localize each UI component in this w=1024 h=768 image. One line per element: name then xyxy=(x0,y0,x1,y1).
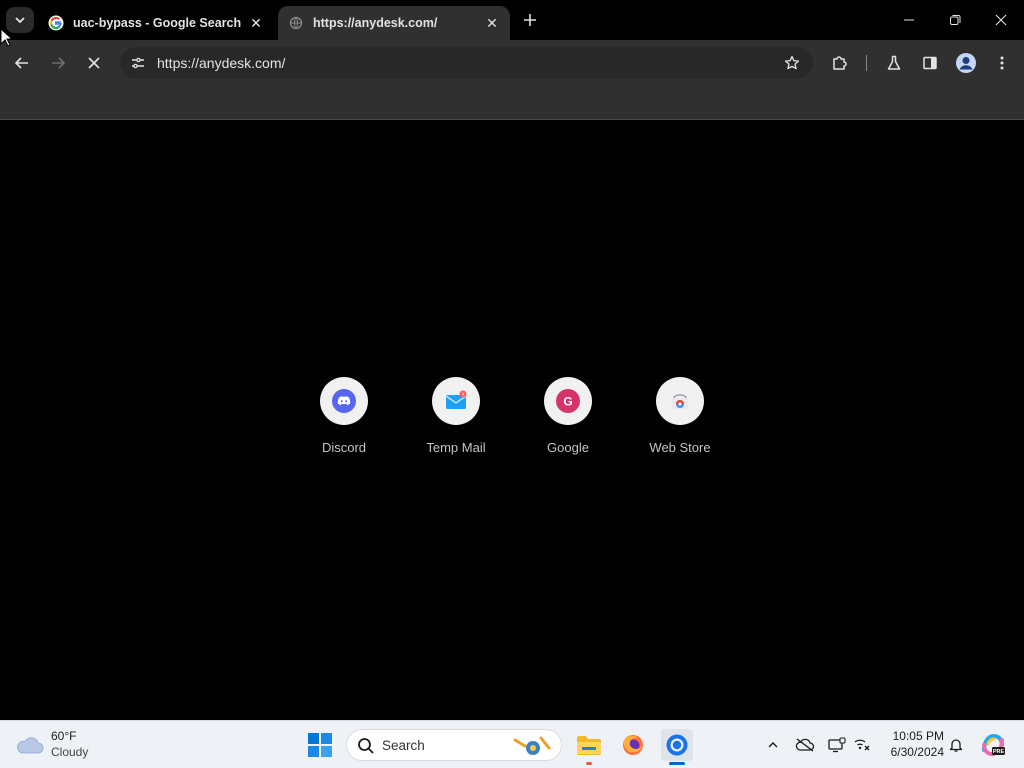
running-indicator xyxy=(586,762,592,765)
search-icon xyxy=(358,738,374,754)
shortcut-temp-mail[interactable]: Temp Mail xyxy=(400,377,512,467)
cloud-offline-icon xyxy=(795,738,815,752)
windows-logo-icon xyxy=(308,733,332,757)
bookmarks-bar xyxy=(0,86,1024,120)
forward-button[interactable] xyxy=(44,49,72,77)
cloud-icon xyxy=(17,737,44,754)
file-explorer-button[interactable] xyxy=(573,729,605,765)
weather-temp: 60°F xyxy=(51,729,77,743)
new-tab-button[interactable] xyxy=(518,8,542,32)
arrow-right-icon xyxy=(52,57,66,69)
toolbar-divider xyxy=(866,55,867,71)
star-icon xyxy=(784,55,800,70)
minimize-button[interactable] xyxy=(886,0,932,40)
shortcut-tile xyxy=(656,377,704,425)
monitor-icon xyxy=(828,737,846,753)
google-icon: G xyxy=(556,389,580,413)
puzzle-icon xyxy=(833,56,847,70)
shortcut-label: Temp Mail xyxy=(426,440,486,455)
url-text: https://anydesk.com/ xyxy=(157,55,286,71)
close-window-button[interactable] xyxy=(978,0,1024,40)
firefox-button[interactable] xyxy=(617,729,649,761)
network-icon xyxy=(854,739,870,751)
side-panel-button[interactable] xyxy=(916,49,944,77)
close-icon xyxy=(995,14,1007,26)
mouse-cursor-icon xyxy=(0,28,12,47)
extensions-button[interactable] xyxy=(826,49,854,77)
profile-button[interactable] xyxy=(952,49,980,77)
new-tab-page: Discord Temp Mail G Google Web Store xyxy=(0,121,1024,720)
browser-window: uac-bypass - Google Search ✕ https://any… xyxy=(0,0,1024,720)
flask-icon xyxy=(887,55,901,70)
onedrive-tray-button[interactable] xyxy=(793,733,817,757)
shortcut-discord[interactable]: Discord xyxy=(288,377,400,467)
temp-mail-icon xyxy=(445,390,467,409)
stop-loading-button[interactable] xyxy=(80,49,108,77)
loading-globe-icon xyxy=(288,15,304,31)
address-bar[interactable]: https://anydesk.com/ xyxy=(120,47,813,79)
running-indicator xyxy=(669,762,685,765)
bookmark-star-button[interactable] xyxy=(783,54,801,72)
google-g-icon xyxy=(48,15,64,31)
chevron-down-icon xyxy=(15,17,25,24)
weather-condition: Cloudy xyxy=(51,745,89,759)
avatar-icon xyxy=(956,53,976,73)
clock-date: 6/30/2024 xyxy=(890,745,944,759)
taskbar-search[interactable]: Search xyxy=(346,729,562,761)
more-vertical-icon xyxy=(1000,56,1004,70)
shortcut-label: Web Store xyxy=(649,440,711,455)
tab-strip: uac-bypass - Google Search ✕ https://any… xyxy=(0,0,1024,40)
copilot-pre-badge: PRE xyxy=(993,749,1005,755)
site-info-button[interactable] xyxy=(126,51,150,75)
shortcut-label: Discord xyxy=(321,440,367,455)
bell-icon xyxy=(949,739,963,752)
chevron-up-icon xyxy=(768,742,778,748)
back-button[interactable] xyxy=(8,49,36,77)
close-icon[interactable]: ✕ xyxy=(248,15,264,31)
shortcut-web-store[interactable]: Web Store xyxy=(624,377,736,467)
close-icon xyxy=(88,57,100,69)
firefox-icon xyxy=(623,735,643,755)
browser-toolbar: https://anydesk.com/ xyxy=(0,40,1024,86)
web-store-icon xyxy=(672,394,688,409)
minimize-icon xyxy=(904,19,914,21)
search-placeholder: Search xyxy=(382,738,425,753)
shortcut-google[interactable]: G Google xyxy=(512,377,624,467)
notifications-button[interactable] xyxy=(944,733,968,757)
tab-title: uac-bypass - Google Search xyxy=(73,16,242,30)
tab-anydesk[interactable]: https://anydesk.com/ ✕ xyxy=(278,6,510,40)
arrow-left-icon xyxy=(14,57,28,69)
search-highlight-icon xyxy=(513,736,551,755)
show-hidden-icons-button[interactable] xyxy=(761,733,785,757)
chrome-icon xyxy=(666,734,688,756)
copilot-icon: PRE xyxy=(982,733,1005,757)
display-tray-button[interactable] xyxy=(825,733,849,757)
tab-title: https://anydesk.com/ xyxy=(313,16,438,30)
close-icon[interactable]: ✕ xyxy=(484,15,500,31)
restore-icon xyxy=(950,15,961,25)
tab-google-search[interactable]: uac-bypass - Google Search ✕ xyxy=(38,6,274,40)
weather-widget[interactable]: 60°F Cloudy xyxy=(14,727,134,763)
side-panel-icon xyxy=(923,56,937,70)
tune-icon xyxy=(132,57,144,69)
restore-button[interactable] xyxy=(932,0,978,40)
folder-icon xyxy=(577,736,601,755)
shortcut-tile: G xyxy=(544,377,592,425)
plus-icon xyxy=(524,14,536,26)
copilot-button[interactable]: PRE xyxy=(979,731,1007,759)
shortcut-label: Google xyxy=(547,440,589,455)
menu-button[interactable] xyxy=(988,49,1016,77)
network-volume-tray-button[interactable] xyxy=(850,733,874,757)
discord-icon xyxy=(332,389,356,413)
system-clock[interactable]: 10:05 PM 6/30/2024 xyxy=(878,728,944,760)
shortcut-tile xyxy=(320,377,368,425)
clock-time: 10:05 PM xyxy=(892,729,944,743)
chrome-button[interactable] xyxy=(661,729,693,765)
start-button[interactable] xyxy=(307,732,333,758)
google-letter: G xyxy=(563,395,572,409)
windows-taskbar: 60°F Cloudy Search 10:05 PM 6/30/2024 PR… xyxy=(0,720,1024,768)
shortcut-tile xyxy=(432,377,480,425)
labs-button[interactable] xyxy=(880,49,908,77)
